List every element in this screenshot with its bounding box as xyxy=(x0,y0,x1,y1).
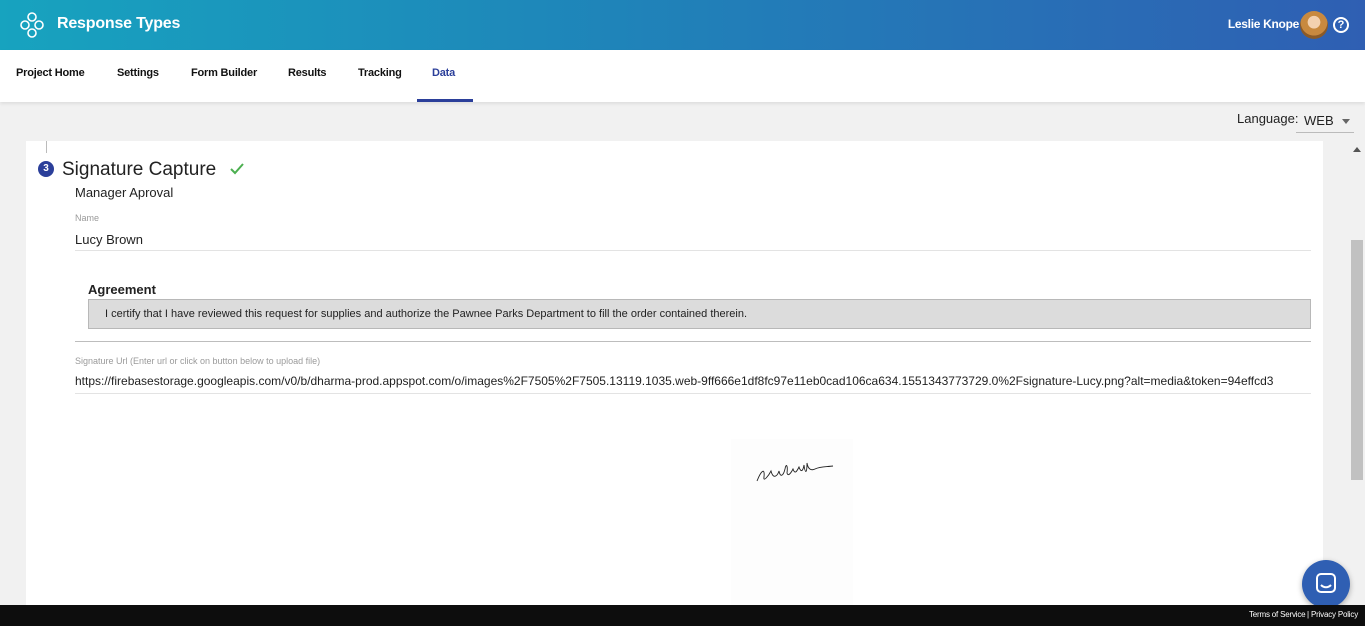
footer-separator: | xyxy=(1307,610,1310,619)
name-field-underline xyxy=(75,250,1311,251)
agreement-title: Agreement xyxy=(88,282,156,297)
signature-drawing xyxy=(756,462,834,482)
divider xyxy=(75,341,1311,342)
chat-icon xyxy=(1316,573,1336,593)
language-label: Language: xyxy=(1237,111,1299,126)
tab-bar: Project Home Settings Form Builder Resul… xyxy=(0,50,1365,102)
help-icon[interactable]: ? xyxy=(1333,17,1349,33)
language-value: WEB xyxy=(1304,113,1334,128)
name-field[interactable]: Lucy Brown xyxy=(75,232,143,247)
terms-of-service-link[interactable]: Terms of Service xyxy=(1249,610,1306,619)
signature-image xyxy=(731,439,853,606)
chat-button[interactable] xyxy=(1302,560,1350,608)
tab-form-builder[interactable]: Form Builder xyxy=(191,67,257,79)
check-icon xyxy=(230,163,244,175)
name-field-label: Name xyxy=(75,213,100,223)
signature-url-underline xyxy=(75,393,1311,394)
privacy-policy-link[interactable]: Privacy Policy xyxy=(1311,610,1358,619)
tab-tracking[interactable]: Tracking xyxy=(358,67,402,79)
timeline-connector xyxy=(46,141,47,153)
signature-url-label: Signature Url (Enter url or click on but… xyxy=(75,356,321,366)
section-subtitle: Manager Aproval xyxy=(75,185,174,200)
footer: Terms of Service | Privacy Policy xyxy=(0,605,1365,626)
tab-data[interactable]: Data xyxy=(432,67,455,79)
scroll-thumb[interactable] xyxy=(1351,240,1363,480)
avatar[interactable] xyxy=(1300,11,1328,39)
tab-settings[interactable]: Settings xyxy=(117,67,159,79)
chevron-down-icon xyxy=(1342,119,1350,124)
language-select[interactable]: WEB xyxy=(1296,109,1354,133)
scrollbar[interactable] xyxy=(1349,141,1365,606)
active-tab-indicator xyxy=(417,99,473,102)
tab-project-home[interactable]: Project Home xyxy=(16,67,85,79)
app-title: Response Types xyxy=(57,15,181,32)
tab-results[interactable]: Results xyxy=(288,67,327,79)
signature-url-field[interactable]: https://firebasestorage.googleapis.com/v… xyxy=(75,374,1311,388)
response-card: 3 Signature Capture Manager Aproval Name… xyxy=(26,141,1323,606)
user-name[interactable]: Leslie Knope xyxy=(1228,17,1299,31)
scroll-up-arrow[interactable] xyxy=(1353,147,1361,152)
agreement-text: I certify that I have reviewed this requ… xyxy=(88,299,1311,329)
step-number-badge: 3 xyxy=(38,161,54,177)
flower-logo-icon[interactable] xyxy=(20,12,44,38)
section-title: Signature Capture xyxy=(62,159,217,180)
app-header: Response Types Leslie Knope ? xyxy=(0,0,1365,50)
